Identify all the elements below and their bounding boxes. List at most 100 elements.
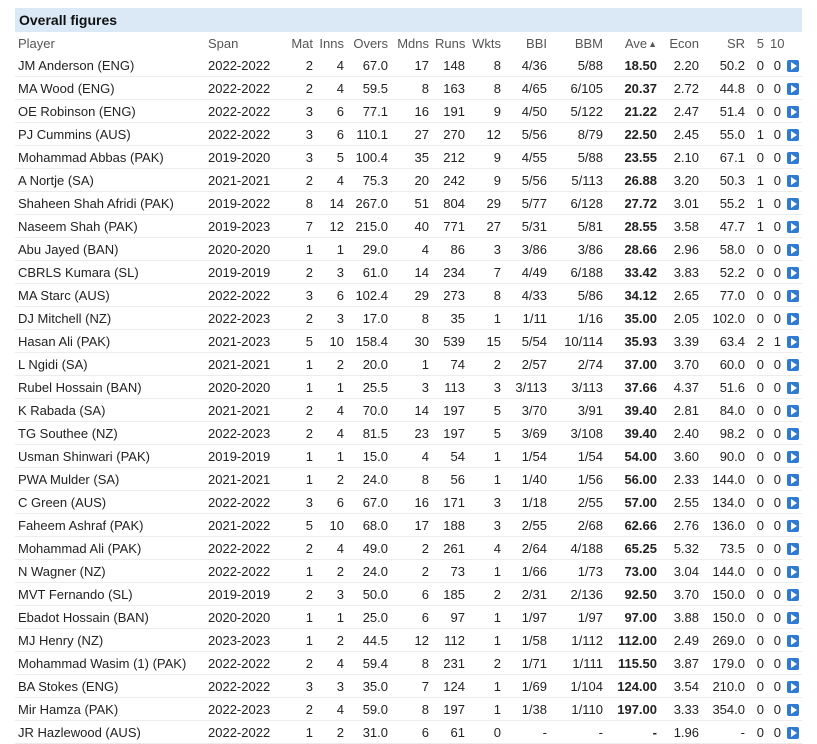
cell-player-name[interactable]: Mohammad Abbas (PAK) xyxy=(15,146,205,169)
col-five[interactable]: 5 xyxy=(748,32,767,54)
cell-maidens: 35 xyxy=(414,149,429,165)
cell-player-name[interactable]: DJ Mitchell (NZ) xyxy=(15,307,205,330)
cell-economy: 2.55 xyxy=(673,494,699,510)
play-icon[interactable] xyxy=(787,589,799,602)
col-span[interactable]: Span xyxy=(205,32,280,54)
play-icon[interactable] xyxy=(787,451,799,464)
play-icon[interactable] xyxy=(787,152,799,165)
cell-economy: 2.45 xyxy=(673,126,699,142)
cell-player-name[interactable]: MA Starc (AUS) xyxy=(15,284,205,307)
play-icon[interactable] xyxy=(787,635,799,648)
cell-strike-rate: 136.0 xyxy=(712,517,745,533)
cell-player-name[interactable]: Mir Hamza (PAK) xyxy=(15,698,205,721)
cell-innings: 2 xyxy=(336,471,344,487)
play-icon[interactable] xyxy=(787,658,799,671)
cell-strike-rate: 84.0 xyxy=(719,402,745,418)
cell-player-name[interactable]: MA Wood (ENG) xyxy=(15,77,205,100)
cell-player-name[interactable]: A Nortje (SA) xyxy=(15,169,205,192)
col-inns[interactable]: Inns xyxy=(316,32,347,54)
row-action-cell xyxy=(784,560,802,583)
cell-player-name[interactable]: Shaheen Shah Afridi (PAK) xyxy=(15,192,205,215)
play-icon[interactable] xyxy=(787,704,799,717)
cell-player-name[interactable]: JR Hazlewood (AUS) xyxy=(15,721,205,744)
play-icon[interactable] xyxy=(787,175,799,188)
cell-player-name[interactable]: TG Southee (NZ) xyxy=(15,422,205,445)
cell-player-name[interactable]: PJ Cummins (AUS) xyxy=(15,123,205,146)
play-icon[interactable] xyxy=(787,83,799,96)
cell-player-name[interactable]: Naseem Shah (PAK) xyxy=(15,215,205,238)
play-icon[interactable] xyxy=(787,566,799,579)
cell-player-name[interactable]: Mohammad Ali (PAK) xyxy=(15,537,205,560)
cell-player-name[interactable]: Rubel Hossain (BAN) xyxy=(15,376,205,399)
play-icon[interactable] xyxy=(787,129,799,142)
play-icon[interactable] xyxy=(787,405,799,418)
col-player[interactable]: Player xyxy=(15,32,205,54)
cell-five-wickets: 0 xyxy=(756,632,764,648)
col-runs[interactable]: Runs xyxy=(432,32,468,54)
col-ave[interactable]: Ave▲ xyxy=(606,32,660,54)
col-bbi[interactable]: BBI xyxy=(504,32,550,54)
col-sr[interactable]: SR xyxy=(702,32,748,54)
play-icon[interactable] xyxy=(787,428,799,441)
cell-player-name[interactable]: MVT Fernando (SL) xyxy=(15,583,205,606)
cell-strike-rate: 55.0 xyxy=(719,126,745,142)
play-icon[interactable] xyxy=(787,382,799,395)
play-icon[interactable] xyxy=(787,198,799,211)
cell-player-name[interactable]: Usman Shinwari (PAK) xyxy=(15,445,205,468)
cell-bbi: 1/40 xyxy=(521,471,547,487)
cell-strike-rate: 134.0 xyxy=(712,494,745,510)
play-icon[interactable] xyxy=(787,359,799,372)
cell-runs: 273 xyxy=(443,287,465,303)
play-icon[interactable] xyxy=(787,221,799,234)
col-wkts[interactable]: Wkts xyxy=(468,32,504,54)
cell-player-name[interactable]: BA Stokes (ENG) xyxy=(15,675,205,698)
play-icon[interactable] xyxy=(787,497,799,510)
cell-player-name[interactable]: CBRLS Kumara (SL) xyxy=(15,261,205,284)
cell-player-name[interactable]: Abu Jayed (BAN) xyxy=(15,238,205,261)
cell-economy: 3.70 xyxy=(673,586,699,602)
cell-player-name[interactable]: Hasan Ali (PAK) xyxy=(15,330,205,353)
cell-player-name[interactable]: Faheem Ashraf (PAK) xyxy=(15,514,205,537)
cell-ten-wickets: 0 xyxy=(773,218,781,234)
cell-ten-wickets: 0 xyxy=(773,103,781,119)
cell-average: 39.40 xyxy=(624,425,657,441)
cell-player-name[interactable]: L Ngidi (SA) xyxy=(15,353,205,376)
col-ten[interactable]: 10 xyxy=(767,32,784,54)
cell-matches: 1 xyxy=(305,241,313,257)
cell-player-name[interactable]: C Green (AUS) xyxy=(15,491,205,514)
table-row: K Rabada (SA) 2021-2021 2 4 70.0 14 197 5 3/70 3/… xyxy=(15,399,802,422)
cell-player-name[interactable]: K Rabada (SA) xyxy=(15,399,205,422)
play-icon[interactable] xyxy=(787,313,799,326)
cell-innings: 4 xyxy=(336,540,344,556)
cell-five-wickets: 0 xyxy=(756,701,764,717)
play-icon[interactable] xyxy=(787,520,799,533)
cell-player-name[interactable]: N Wagner (NZ) xyxy=(15,560,205,583)
col-mat[interactable]: Mat xyxy=(280,32,316,54)
col-mdns[interactable]: Mdns xyxy=(391,32,432,54)
row-action-cell xyxy=(784,721,802,744)
cell-ten-wickets: 0 xyxy=(773,80,781,96)
cell-player-name[interactable]: Ebadot Hossain (BAN) xyxy=(15,606,205,629)
col-overs[interactable]: Overs xyxy=(347,32,391,54)
play-icon[interactable] xyxy=(787,612,799,625)
play-icon[interactable] xyxy=(787,336,799,349)
play-icon[interactable] xyxy=(787,267,799,280)
play-icon[interactable] xyxy=(787,681,799,694)
cell-player-name[interactable]: JM Anderson (ENG) xyxy=(15,54,205,77)
play-icon[interactable] xyxy=(787,727,799,740)
play-icon[interactable] xyxy=(787,106,799,119)
play-icon[interactable] xyxy=(787,244,799,257)
cell-player-name[interactable]: PWA Mulder (SA) xyxy=(15,468,205,491)
play-icon[interactable] xyxy=(787,474,799,487)
cell-ten-wickets: 0 xyxy=(773,356,781,372)
col-bbm[interactable]: BBM xyxy=(550,32,606,54)
play-icon[interactable] xyxy=(787,60,799,73)
play-icon[interactable] xyxy=(787,543,799,556)
cell-player-name[interactable]: MJ Henry (NZ) xyxy=(15,629,205,652)
play-icon[interactable] xyxy=(787,290,799,303)
cell-player-name[interactable]: OE Robinson (ENG) xyxy=(15,100,205,123)
cell-innings: 4 xyxy=(336,402,344,418)
col-econ[interactable]: Econ xyxy=(660,32,702,54)
cell-maidens: 8 xyxy=(421,701,429,717)
cell-player-name[interactable]: Mohammad Wasim (1) (PAK) xyxy=(15,652,205,675)
